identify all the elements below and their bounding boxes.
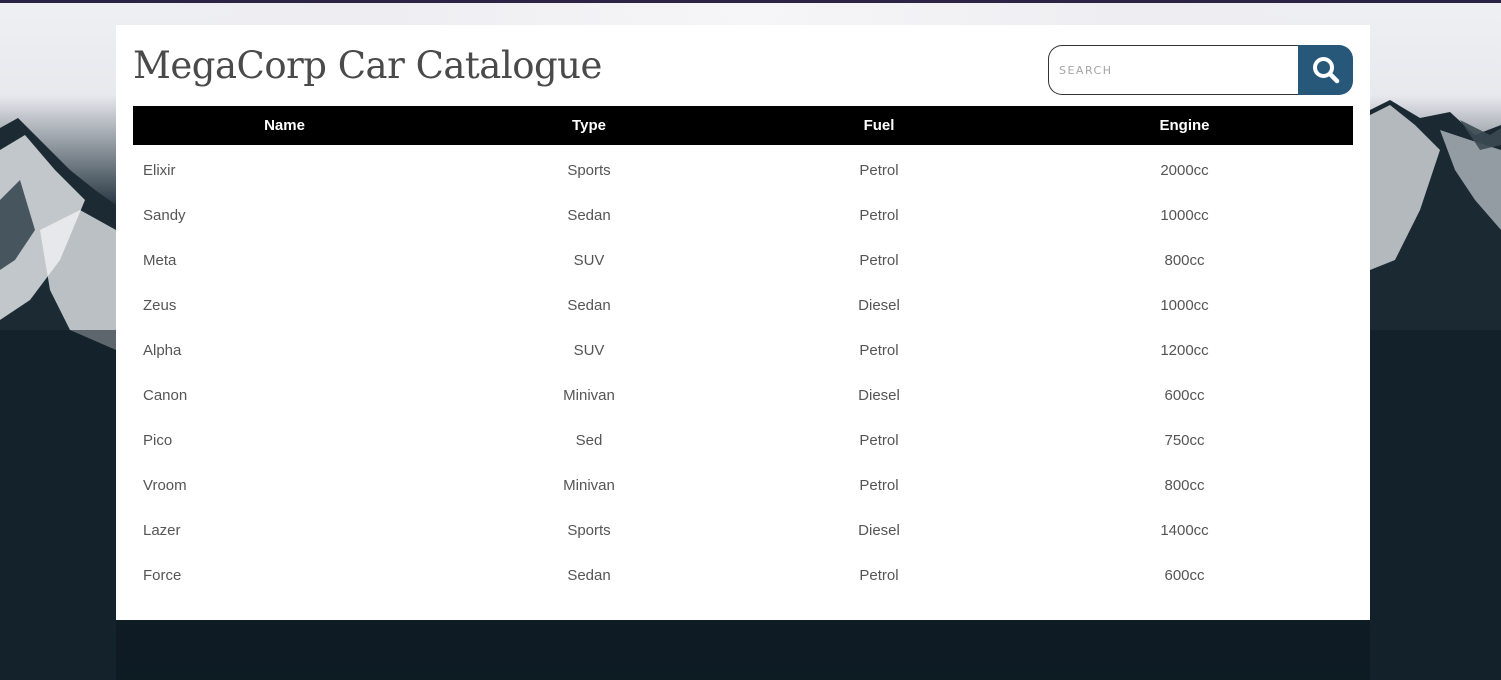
cell-fuel: Diesel [858, 522, 900, 539]
cell-engine: 800cc [1164, 477, 1205, 494]
search-icon [1312, 57, 1339, 84]
cell-name: Vroom [143, 477, 187, 494]
cell-engine: 800cc [1164, 252, 1205, 269]
column-header-type[interactable]: Type [436, 106, 742, 145]
cell-type: Sed [575, 432, 603, 449]
cell-fuel: Petrol [859, 342, 899, 359]
cell-fuel: Petrol [859, 252, 899, 269]
column-header-name[interactable]: Name [133, 106, 436, 145]
cell-engine: 750cc [1164, 432, 1205, 449]
cell-fuel: Petrol [859, 432, 899, 449]
search-button[interactable] [1298, 45, 1353, 95]
cell-fuel: Petrol [859, 207, 899, 224]
cell-engine: 1200cc [1160, 342, 1209, 359]
table-body: Elixir Sports Petrol 2000cc Sandy Sedan … [133, 145, 1353, 598]
cell-name: Zeus [143, 297, 177, 314]
cell-engine: 600cc [1164, 387, 1205, 404]
cell-engine: 1000cc [1160, 207, 1209, 224]
table-row: Lazer Sports Diesel 1400cc [133, 508, 1353, 553]
table-row: Canon Minivan Diesel 600cc [133, 373, 1353, 418]
cell-type: Sedan [567, 297, 611, 314]
cell-type: Minivan [563, 387, 615, 404]
cell-name: Pico [143, 432, 173, 449]
table-row: Vroom Minivan Petrol 800cc [133, 463, 1353, 508]
search-input[interactable] [1048, 45, 1298, 95]
cell-type: SUV [573, 252, 605, 269]
table-row: Force Sedan Petrol 600cc [133, 553, 1353, 598]
cell-type: Sedan [567, 567, 611, 584]
car-table: Name Type Fuel Engine Elixir Sports Petr… [133, 106, 1353, 598]
column-header-fuel[interactable]: Fuel [742, 106, 1016, 145]
cell-engine: 2000cc [1160, 162, 1209, 179]
cell-fuel: Petrol [859, 567, 899, 584]
cell-type: SUV [573, 342, 605, 359]
table-row: Pico Sed Petrol 750cc [133, 418, 1353, 463]
cell-type: Sports [567, 162, 611, 179]
cell-name: Sandy [143, 207, 186, 224]
table-row: Zeus Sedan Diesel 1000cc [133, 283, 1353, 328]
table-header-row: Name Type Fuel Engine [133, 106, 1353, 145]
cell-fuel: Petrol [859, 477, 899, 494]
cell-type: Sports [567, 522, 611, 539]
table-row: Meta SUV Petrol 800cc [133, 238, 1353, 283]
cell-fuel: Diesel [858, 387, 900, 404]
column-header-engine[interactable]: Engine [1016, 106, 1353, 145]
cell-name: Meta [143, 252, 177, 269]
cell-name: Elixir [143, 162, 176, 179]
cell-name: Alpha [143, 342, 182, 359]
cell-name: Force [143, 567, 182, 584]
cell-name: Canon [143, 387, 188, 404]
search-bar [1048, 45, 1353, 95]
page-title: MegaCorp Car Catalogue [133, 44, 602, 87]
cell-engine: 600cc [1164, 567, 1205, 584]
table-row: Sandy Sedan Petrol 1000cc [133, 193, 1353, 238]
table-header: Name Type Fuel Engine [133, 106, 1353, 145]
cell-name: Lazer [143, 522, 181, 539]
cell-fuel: Diesel [858, 297, 900, 314]
cell-type: Sedan [567, 207, 611, 224]
cell-type: Minivan [563, 477, 615, 494]
cell-engine: 1400cc [1160, 522, 1209, 539]
top-accent-line [0, 0, 1501, 3]
catalogue-card: MegaCorp Car Catalogue Name Type Fuel En… [116, 25, 1370, 620]
table-row: Elixir Sports Petrol 2000cc [133, 145, 1353, 193]
table-row: Alpha SUV Petrol 1200cc [133, 328, 1353, 373]
cell-engine: 1000cc [1160, 297, 1209, 314]
cell-fuel: Petrol [859, 162, 899, 179]
